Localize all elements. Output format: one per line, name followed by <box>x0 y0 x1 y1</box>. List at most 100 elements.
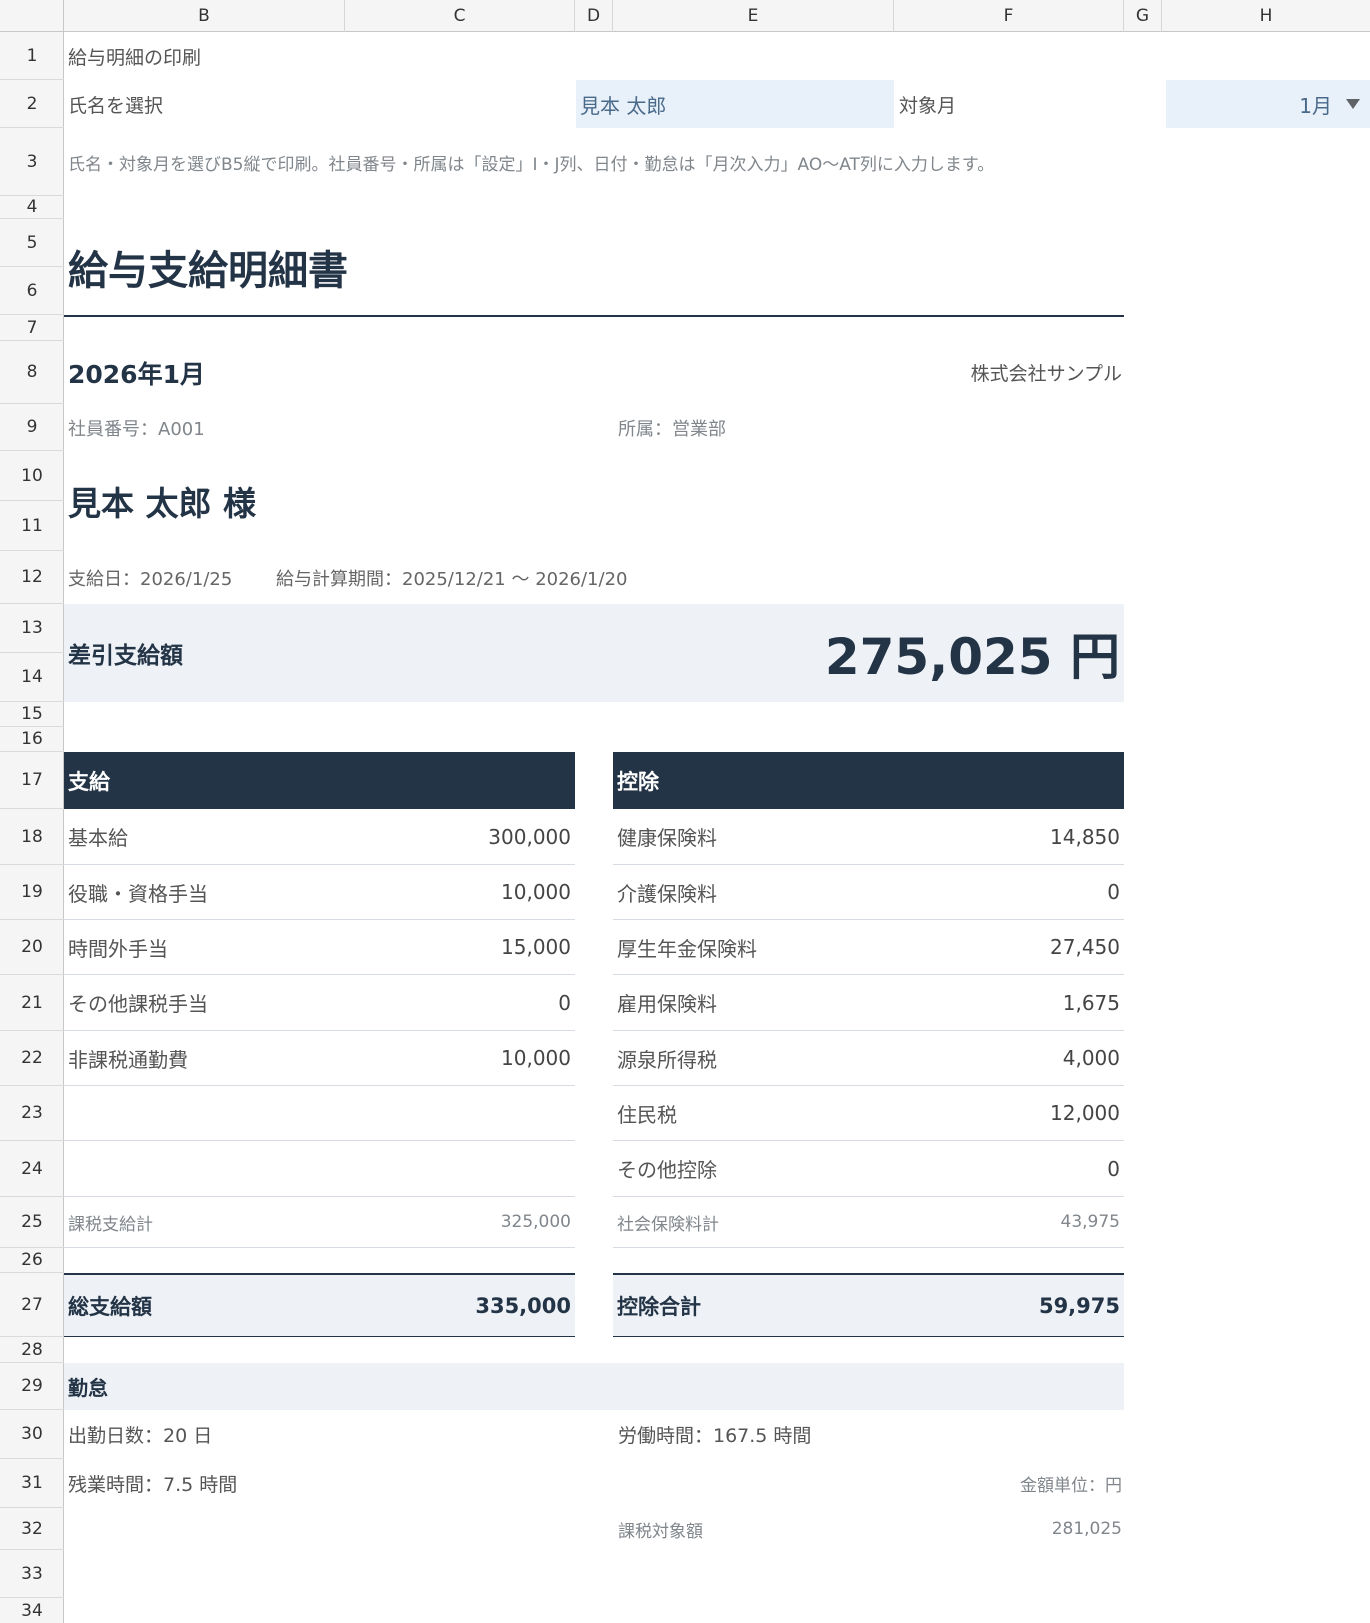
deduction-total-value: 59,975 <box>1038 1293 1120 1318</box>
row-header-26[interactable]: 26 <box>0 1248 64 1273</box>
work-days: 出勤日数：20 日 <box>68 1425 213 1447</box>
selected-employee-name: 見本 太郎 <box>580 93 667 118</box>
target-month-dropdown[interactable]: 1月 <box>1166 80 1370 128</box>
social-insurance-subtotal: 社会保険料計 43,975 <box>613 1197 1124 1248</box>
row-header-29[interactable]: 29 <box>0 1363 64 1410</box>
payment-label: その他課税手当 <box>68 992 208 1016</box>
row-header-27[interactable]: 27 <box>0 1273 64 1337</box>
pay-period: 2026年1月 <box>68 359 205 389</box>
deduction-row: 健康保険料 14,850 <box>613 809 1124 865</box>
row-header-13[interactable]: 13 <box>0 604 64 653</box>
row-header-28[interactable]: 28 <box>0 1337 64 1363</box>
deduction-label: 厚生年金保険料 <box>617 936 757 961</box>
overtime-hours: 残業時間：7.5 時間 <box>68 1474 238 1496</box>
row-header-21[interactable]: 21 <box>0 975 64 1031</box>
deduction-value: 14,850 <box>1050 824 1120 849</box>
row-header-7[interactable]: 7 <box>0 315 64 341</box>
payment-row: 基本給 300,000 <box>64 809 575 865</box>
taxable-amount-label: 課税対象額 <box>618 1521 703 1542</box>
row-header-14[interactable]: 14 <box>0 653 64 702</box>
attendance-heading: 勤怠 <box>68 1376 108 1400</box>
row-header-25[interactable]: 25 <box>0 1197 64 1248</box>
deduction-label: その他控除 <box>617 1158 717 1182</box>
pay-date: 支給日：2026/1/25 <box>68 568 233 590</box>
row-header-31[interactable]: 31 <box>0 1459 64 1508</box>
subtotal-value: 43,975 <box>1060 1212 1120 1232</box>
deduction-row: その他控除 0 <box>613 1141 1124 1197</box>
net-pay-amount: 275,025 円 <box>824 628 1120 686</box>
row-header-33[interactable]: 33 <box>0 1550 64 1598</box>
gross-pay-total: 総支給額 335,000 <box>64 1273 575 1337</box>
row-header-22[interactable]: 22 <box>0 1031 64 1086</box>
row-header-1[interactable]: 1 <box>0 32 64 80</box>
employee-name-select[interactable]: 見本 太郎 <box>576 80 894 128</box>
company-name: 株式会社サンプル <box>970 363 1122 385</box>
column-header-f[interactable]: F <box>894 0 1124 32</box>
deduction-label: 源泉所得税 <box>617 1047 717 1072</box>
column-header-c[interactable]: C <box>345 0 575 32</box>
row-header-17[interactable]: 17 <box>0 752 64 809</box>
row-header-10[interactable]: 10 <box>0 451 64 501</box>
select-name-label: 氏名を選択 <box>68 94 164 117</box>
taxable-amount-value: 281,025 <box>1051 1519 1122 1539</box>
row-header-32[interactable]: 32 <box>0 1508 64 1550</box>
row-header-34[interactable]: 34 <box>0 1598 64 1623</box>
column-header-h[interactable]: H <box>1162 0 1370 32</box>
payment-label: 時間外手当 <box>68 936 168 961</box>
deduction-total-label: 控除合計 <box>617 1294 701 1319</box>
employee-number: 社員番号：A001 <box>68 418 205 440</box>
deduction-value: 12,000 <box>1050 1101 1120 1125</box>
row-header-15[interactable]: 15 <box>0 702 64 727</box>
column-header-e[interactable]: E <box>613 0 894 32</box>
row-header-24[interactable]: 24 <box>0 1141 64 1197</box>
row-header-8[interactable]: 8 <box>0 341 64 404</box>
select-all-corner[interactable] <box>0 0 64 32</box>
row-header-16[interactable]: 16 <box>0 727 64 752</box>
payment-label: 役職・資格手当 <box>68 881 208 906</box>
row-header-30[interactable]: 30 <box>0 1410 64 1459</box>
department: 所属：営業部 <box>618 418 726 440</box>
row-header-5[interactable]: 5 <box>0 219 64 267</box>
deduction-row: 源泉所得税 4,000 <box>613 1031 1124 1086</box>
row-header-18[interactable]: 18 <box>0 809 64 865</box>
column-header-bar: B C D E F G H <box>0 0 1370 32</box>
instruction-text: 氏名・対象月を選びB5縦で印刷。社員番号・所属は「設定」I・J列、日付・勤怠は「… <box>68 154 995 175</box>
deduction-value: 27,450 <box>1050 935 1120 959</box>
selected-month: 1月 <box>1299 93 1332 118</box>
gross-pay-value: 335,000 <box>475 1293 571 1318</box>
dropdown-arrow-icon[interactable] <box>1346 99 1360 109</box>
row-header-11[interactable]: 11 <box>0 501 64 551</box>
row-header-2[interactable]: 2 <box>0 80 64 128</box>
spreadsheet: B C D E F G H 1 2 3 4 5 6 7 8 9 10 11 12… <box>0 0 1370 1623</box>
slip-title: 給与支給明細書 <box>68 248 348 294</box>
deduction-row: 雇用保険料 1,675 <box>613 975 1124 1031</box>
print-title: 給与明細の印刷 <box>68 46 202 69</box>
payment-row: その他課税手当 0 <box>64 975 575 1031</box>
deduction-value: 0 <box>1107 1156 1120 1181</box>
row-header-3[interactable]: 3 <box>0 128 64 196</box>
row-header-6[interactable]: 6 <box>0 267 64 315</box>
column-header-g[interactable]: G <box>1124 0 1162 32</box>
column-header-b[interactable]: B <box>64 0 345 32</box>
title-underline <box>64 315 1124 317</box>
subtotal-label: 社会保険料計 <box>617 1214 719 1235</box>
row-header-23[interactable]: 23 <box>0 1086 64 1141</box>
row-header-12[interactable]: 12 <box>0 551 64 604</box>
taxable-payment-subtotal: 課税支給計 325,000 <box>64 1197 575 1248</box>
row-header-4[interactable]: 4 <box>0 196 64 219</box>
target-month-label: 対象月 <box>899 94 957 117</box>
attendance-band <box>64 1363 1124 1410</box>
column-header-d[interactable]: D <box>575 0 613 32</box>
row-header-20[interactable]: 20 <box>0 920 64 975</box>
deduction-value: 0 <box>1107 880 1120 904</box>
deduction-value: 4,000 <box>1062 1046 1120 1070</box>
payment-label: 基本給 <box>68 826 128 850</box>
gross-pay-label: 総支給額 <box>68 1294 152 1319</box>
deduction-row: 厚生年金保険料 27,450 <box>613 920 1124 975</box>
row-header-9[interactable]: 9 <box>0 404 64 451</box>
deduction-label: 介護保険料 <box>617 881 717 906</box>
payment-row: 時間外手当 15,000 <box>64 920 575 975</box>
work-hours: 労働時間：167.5 時間 <box>618 1425 812 1447</box>
subtotal-label: 課税支給計 <box>68 1214 153 1235</box>
row-header-19[interactable]: 19 <box>0 865 64 920</box>
